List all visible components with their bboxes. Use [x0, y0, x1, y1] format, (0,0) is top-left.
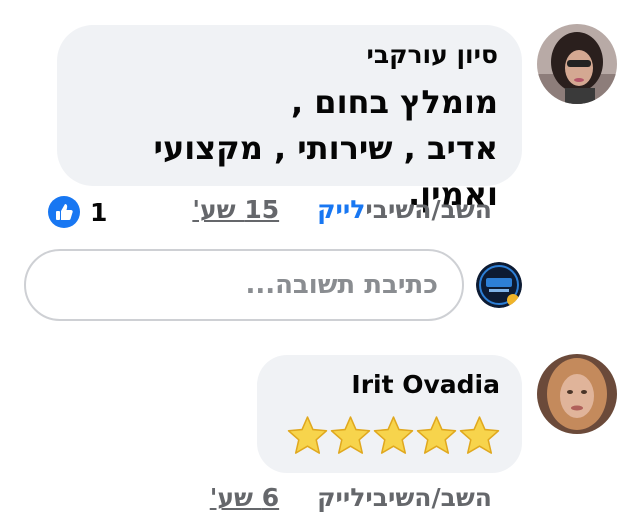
comment-line: מומלץ בחום ,	[290, 83, 498, 121]
star-icon	[287, 416, 328, 454]
like-button[interactable]: לייק	[317, 483, 365, 512]
star-icon	[416, 416, 457, 454]
comment-author[interactable]: סיון עורקבי	[81, 39, 498, 71]
like-button[interactable]: לייק	[317, 195, 365, 224]
star-icon	[373, 416, 414, 454]
thumbs-up-icon	[48, 196, 80, 228]
reply-button[interactable]: השב/השיבי	[365, 483, 492, 512]
reaction-summary[interactable]: 1	[48, 196, 107, 228]
comment-bubble: סיון עורקבי מומלץ בחום , אדיב , שירותי ,…	[57, 25, 522, 213]
comment-actions: 15 שע' לייק השב/השיבי	[158, 195, 492, 224]
comment-author[interactable]: Irit Ovadia	[279, 369, 500, 401]
commenter-avatar[interactable]	[537, 354, 617, 434]
page-avatar	[476, 262, 522, 308]
reply-button[interactable]: השב/השיבי	[365, 195, 492, 224]
star-icon	[459, 416, 500, 454]
comment-timestamp[interactable]: 6 שע'	[210, 483, 279, 512]
reaction-count: 1	[90, 197, 108, 227]
comment-timestamp[interactable]: 15 שע'	[192, 195, 279, 224]
comment-actions: 6 שע' לייק השב/השיבי	[176, 483, 492, 512]
reply-input[interactable]	[26, 270, 438, 300]
comment-bubble: Irit Ovadia	[257, 355, 522, 473]
star-rating	[279, 415, 500, 456]
star-icon	[330, 416, 371, 454]
commenter-avatar[interactable]	[537, 24, 617, 104]
reply-box[interactable]	[24, 249, 464, 321]
